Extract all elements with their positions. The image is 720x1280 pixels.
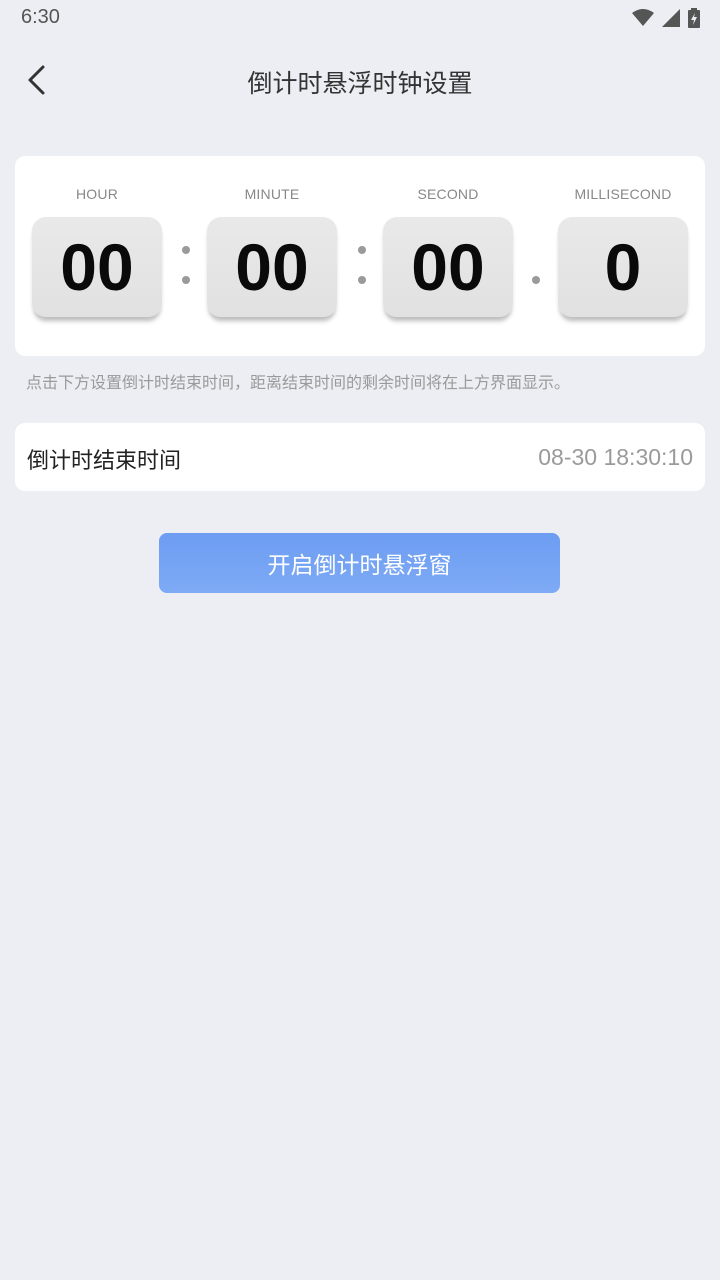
separator-dot — [532, 276, 540, 284]
millisecond-label: MILLISECOND — [574, 186, 672, 202]
status-icons — [632, 7, 700, 29]
millisecond-value: 0 — [604, 230, 642, 304]
end-time-setting-row[interactable]: 倒计时结束时间 08-30 18:30:10 — [15, 423, 705, 491]
separator-dot — [182, 246, 190, 254]
page-title: 倒计时悬浮时钟设置 — [247, 69, 473, 98]
countdown-display-card: HOUR 00 MINUTE 00 SECOND 00 MILLISECOND … — [15, 156, 705, 356]
status-bar: 6:30 — [0, 0, 720, 36]
header: 倒计时悬浮时钟设置 — [0, 44, 720, 118]
millisecond-digit-box: 0 — [558, 217, 688, 317]
end-time-value[interactable]: 08-30 18:30:10 — [538, 444, 693, 471]
signal-icon — [662, 9, 680, 27]
hour-digit-box: 00 — [32, 217, 162, 317]
separator-dot — [358, 276, 366, 284]
end-time-label: 倒计时结束时间 — [27, 449, 182, 474]
separator-dot — [358, 246, 366, 254]
start-floating-window-button[interactable]: 开启倒计时悬浮窗 — [159, 533, 560, 593]
wifi-icon — [632, 9, 654, 26]
minute-value: 00 — [235, 230, 309, 304]
separator-dot — [182, 276, 190, 284]
second-digit-box: 00 — [383, 217, 513, 317]
minute-label: MINUTE — [244, 186, 300, 202]
minute-digit-box: 00 — [207, 217, 337, 317]
hour-label: HOUR — [75, 186, 119, 202]
status-time: 6:30 — [21, 6, 60, 28]
hour-value: 00 — [60, 230, 134, 304]
second-value: 00 — [411, 230, 485, 304]
second-label: SECOND — [417, 186, 479, 202]
battery-charging-icon — [688, 8, 700, 28]
hint-text: 点击下方设置倒计时结束时间，距离结束时间的剩余时间将在上方界面显示。 — [26, 373, 571, 392]
